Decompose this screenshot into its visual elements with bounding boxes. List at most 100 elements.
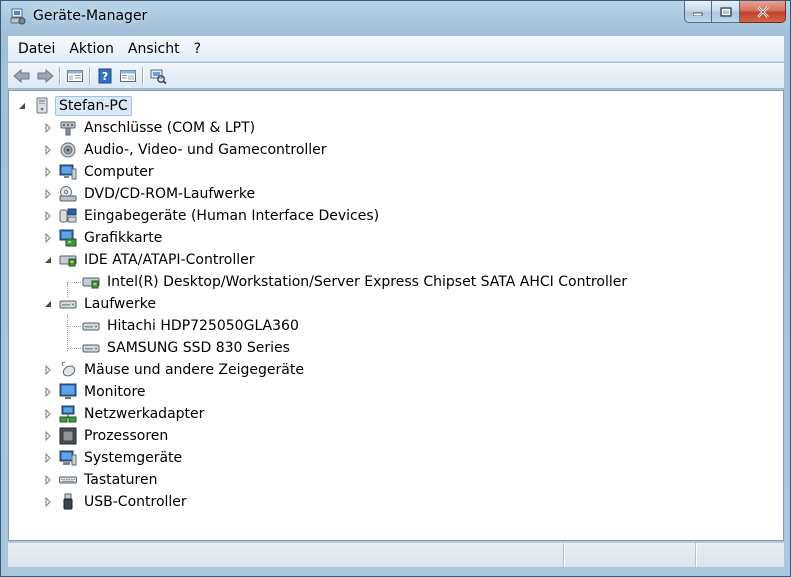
tree-category-ide[interactable]: IDE ATA/ATAPI-Controller xyxy=(43,249,257,270)
tree-line xyxy=(67,348,81,349)
status-bar xyxy=(8,542,784,567)
toolbar-separator xyxy=(59,66,60,85)
tree-category-prozessoren[interactable]: Prozessoren xyxy=(43,425,171,446)
close-button[interactable] xyxy=(740,1,786,23)
keyboard-icon xyxy=(59,476,77,483)
menu-datei[interactable]: Datei xyxy=(11,41,62,57)
expand-arrow-icon[interactable] xyxy=(43,408,53,419)
collapse-arrow-icon[interactable] xyxy=(43,255,53,265)
tree-category-grafikkarte[interactable]: Grafikkarte xyxy=(43,227,165,248)
toolbar: ? xyxy=(8,63,784,89)
collapse-arrow-icon[interactable] xyxy=(17,101,27,111)
expand-arrow-icon[interactable] xyxy=(43,188,53,199)
tree-category-monitore[interactable]: Monitore xyxy=(43,381,149,402)
tree-category-label: Grafikkarte xyxy=(84,229,163,246)
maximize-icon xyxy=(719,6,732,17)
expand-arrow-icon[interactable] xyxy=(43,232,53,243)
window-title: Geräte-Manager xyxy=(33,8,148,24)
network-adapter-icon xyxy=(59,405,77,422)
help-button[interactable]: ? xyxy=(93,65,116,87)
back-button[interactable] xyxy=(10,65,33,87)
collapse-arrow-icon[interactable] xyxy=(43,299,53,309)
mouse-icon xyxy=(61,361,76,376)
expand-arrow-icon[interactable] xyxy=(43,210,53,221)
tree-line xyxy=(67,326,81,327)
properties-icon xyxy=(119,69,136,82)
show-hide-console-tree-icon xyxy=(66,69,83,82)
expand-arrow-icon[interactable] xyxy=(43,144,53,155)
tree-device-label: Hitachi HDP725050GLA360 xyxy=(107,317,299,334)
tree-category-label: Monitore xyxy=(84,383,146,400)
caption-buttons xyxy=(684,1,786,23)
console-tree-button[interactable] xyxy=(63,65,86,87)
status-pane-right xyxy=(696,543,782,567)
tree-category-label: IDE ATA/ATAPI-Controller xyxy=(84,251,255,268)
tree-category-maeuse[interactable]: Mäuse und andere Zeigegeräte xyxy=(43,359,307,380)
tree-category-audio[interactable]: Audio-, Video- und Gamecontroller xyxy=(43,139,330,160)
tree-category-label: DVD/CD-ROM-Laufwerke xyxy=(84,185,256,202)
svg-text:?: ? xyxy=(101,70,107,83)
tree-category-label: Computer xyxy=(84,163,154,180)
status-pane-main xyxy=(8,543,564,567)
tree-root[interactable]: Stefan-PC xyxy=(17,95,132,116)
computer-icon xyxy=(36,97,48,113)
speaker-icon xyxy=(60,142,76,157)
tree-line xyxy=(67,315,68,351)
tree-device-hitachi[interactable]: Hitachi HDP725050GLA360 xyxy=(82,315,302,336)
expand-arrow-icon[interactable] xyxy=(43,496,53,507)
tree-category-hid[interactable]: Eingabegeräte (Human Interface Devices) xyxy=(43,205,382,226)
computer-icon xyxy=(59,164,77,179)
menu-help[interactable]: ? xyxy=(187,41,208,57)
tree-category-label: Prozessoren xyxy=(84,427,169,444)
help-icon: ? xyxy=(98,68,111,83)
tree-category-anschluesse[interactable]: Anschlüsse (COM & LPT) xyxy=(43,117,258,138)
tree-line xyxy=(67,282,81,283)
forward-arrow-icon xyxy=(37,68,54,83)
title-bar[interactable]: Geräte-Manager xyxy=(1,1,790,35)
tree-category-system[interactable]: Systemgeräte xyxy=(43,447,185,468)
expand-arrow-icon[interactable] xyxy=(43,386,53,397)
forward-button[interactable] xyxy=(33,65,56,87)
tree-device-label: SAMSUNG SSD 830 Series xyxy=(107,339,290,356)
toolbar-separator xyxy=(89,66,90,85)
usb-icon xyxy=(63,493,73,509)
expand-arrow-icon[interactable] xyxy=(43,452,53,463)
tree-category-label: Laufwerke xyxy=(84,295,156,312)
toolbar-separator xyxy=(142,66,143,85)
tree-category-netzwerk[interactable]: Netzwerkadapter xyxy=(43,403,207,424)
tree-category-laufwerke[interactable]: Laufwerke xyxy=(43,293,159,314)
menu-aktion[interactable]: Aktion xyxy=(62,41,121,57)
menu-ansicht[interactable]: Ansicht xyxy=(121,41,187,57)
tree-device-samsung[interactable]: SAMSUNG SSD 830 Series xyxy=(82,337,293,358)
tree-root-label: Stefan-PC xyxy=(55,95,132,116)
back-arrow-icon xyxy=(12,68,29,83)
expand-arrow-icon[interactable] xyxy=(43,166,53,177)
minimize-icon xyxy=(693,12,703,16)
expand-arrow-icon[interactable] xyxy=(43,364,53,375)
tree-category-dvd[interactable]: DVD/CD-ROM-Laufwerke xyxy=(43,183,258,204)
tree-category-computer[interactable]: Computer xyxy=(43,161,157,182)
tree-category-label: Audio-, Video- und Gamecontroller xyxy=(84,141,327,158)
scan-hardware-button[interactable] xyxy=(146,65,169,87)
monitor-icon xyxy=(59,383,77,399)
device-tree[interactable]: Stefan-PC Anschlüsse (COM & LPT) Audio-,… xyxy=(8,90,784,541)
tree-category-label: Systemgeräte xyxy=(84,449,183,466)
tree-device-sata-controller[interactable]: Intel(R) Desktop/Workstation/Server Expr… xyxy=(82,271,630,292)
expand-arrow-icon[interactable] xyxy=(43,474,53,485)
tree-device-label: Intel(R) Desktop/Workstation/Server Expr… xyxy=(107,273,628,290)
tree-category-usb[interactable]: USB-Controller xyxy=(43,491,190,512)
expand-arrow-icon[interactable] xyxy=(43,122,53,133)
port-icon xyxy=(60,121,76,135)
properties-button[interactable] xyxy=(116,65,139,87)
scan-hardware-icon xyxy=(150,69,167,84)
expand-arrow-icon[interactable] xyxy=(43,430,53,441)
maximize-button[interactable] xyxy=(712,1,740,23)
minimize-button[interactable] xyxy=(684,1,712,23)
ide-controller-icon xyxy=(82,277,100,288)
tree-category-label: Netzwerkadapter xyxy=(84,405,205,422)
processor-icon xyxy=(59,427,77,444)
tree-category-label: Anschlüsse (COM & LPT) xyxy=(84,119,256,136)
tree-category-label: Eingabegeräte (Human Interface Devices) xyxy=(84,207,380,224)
tree-category-label: USB-Controller xyxy=(84,493,187,510)
tree-category-tastaturen[interactable]: Tastaturen xyxy=(43,469,160,490)
